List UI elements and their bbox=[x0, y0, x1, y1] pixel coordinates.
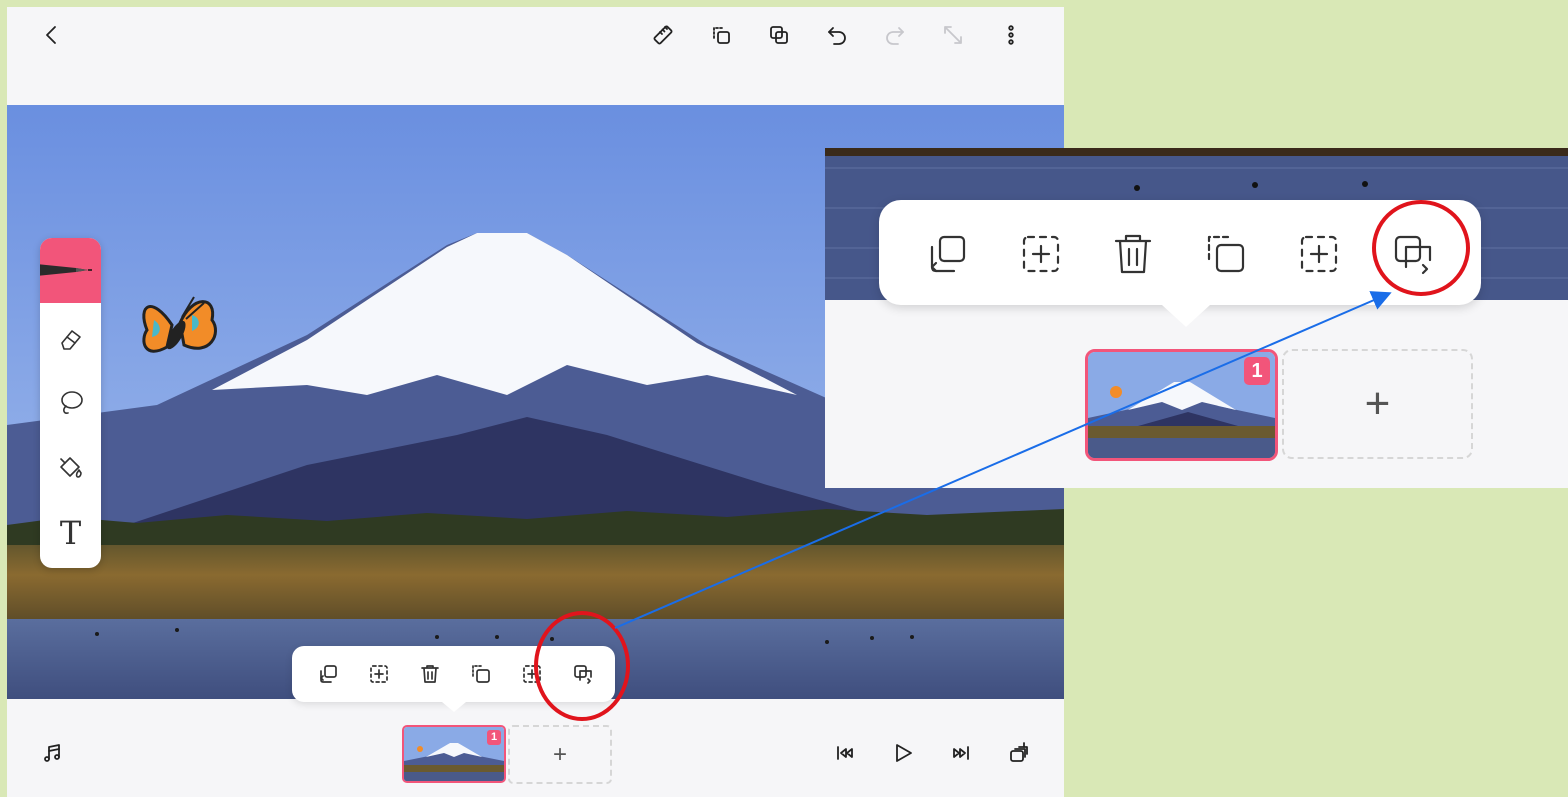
duplicate-icon[interactable] bbox=[763, 19, 795, 51]
eraser-tool-button[interactable] bbox=[40, 308, 101, 368]
skip-start-icon[interactable] bbox=[829, 737, 861, 769]
frame-number-badge: 1 bbox=[487, 730, 501, 745]
copy-to-next-icon[interactable] bbox=[567, 658, 599, 690]
pen-tool-button[interactable] bbox=[40, 238, 101, 303]
text-tool-button[interactable]: T bbox=[40, 503, 101, 563]
zoom-toolbar-pointer bbox=[1162, 305, 1210, 327]
text-tool-icon: T bbox=[59, 514, 82, 552]
zoom-insert-frame-dashed-icon[interactable] bbox=[1291, 226, 1347, 282]
pen-icon bbox=[40, 264, 92, 276]
zoom-frame-actions-toolbar bbox=[879, 200, 1481, 327]
skip-end-icon[interactable] bbox=[945, 737, 977, 769]
timeline-bar: 1 + bbox=[7, 699, 1064, 797]
delete-frame-icon[interactable] bbox=[414, 658, 446, 690]
eraser-icon bbox=[60, 330, 81, 350]
lasso-tool-button[interactable] bbox=[40, 373, 101, 433]
zoom-copy-to-next-icon[interactable] bbox=[1385, 226, 1441, 282]
frame-actions-toolbar bbox=[292, 646, 615, 712]
zoom-frame-thumbnail[interactable]: 1 bbox=[1085, 349, 1278, 461]
add-frame-dashed-icon[interactable] bbox=[363, 658, 395, 690]
copy-layer-icon[interactable] bbox=[705, 19, 737, 51]
expand-icon[interactable] bbox=[937, 19, 969, 51]
tool-palette: T bbox=[40, 238, 101, 568]
lasso-icon bbox=[60, 391, 83, 414]
zoom-frame-number-badge: 1 bbox=[1244, 357, 1270, 385]
zoom-add-frame-button[interactable]: + bbox=[1282, 349, 1473, 459]
frame-thumbnail[interactable]: 1 bbox=[402, 725, 506, 783]
zoom-duplicate-frame-icon[interactable] bbox=[1198, 226, 1254, 282]
zoom-copy-frame-icon[interactable] bbox=[919, 226, 975, 282]
fill-tool-button[interactable] bbox=[40, 438, 101, 498]
ruler-icon[interactable] bbox=[647, 19, 679, 51]
butterfly-sticker[interactable] bbox=[132, 285, 227, 370]
zoom-inset-panel: 1 + bbox=[825, 148, 1568, 488]
play-icon[interactable] bbox=[887, 737, 919, 769]
add-frame-button[interactable]: + bbox=[508, 725, 612, 784]
back-icon[interactable] bbox=[36, 19, 68, 51]
onion-skin-icon[interactable] bbox=[1003, 737, 1035, 769]
music-icon[interactable] bbox=[36, 737, 68, 769]
zoom-add-frame-dashed-icon[interactable] bbox=[1013, 226, 1069, 282]
duplicate-frame-icon[interactable] bbox=[465, 658, 497, 690]
undo-icon[interactable] bbox=[821, 19, 853, 51]
redo-icon[interactable] bbox=[879, 19, 911, 51]
top-bar bbox=[7, 7, 1064, 105]
more-vertical-icon[interactable] bbox=[995, 19, 1027, 51]
fill-bucket-icon bbox=[59, 457, 82, 478]
copy-frame-icon[interactable] bbox=[312, 658, 344, 690]
zoom-delete-frame-icon[interactable] bbox=[1105, 226, 1161, 282]
insert-frame-dashed-icon[interactable] bbox=[516, 658, 548, 690]
